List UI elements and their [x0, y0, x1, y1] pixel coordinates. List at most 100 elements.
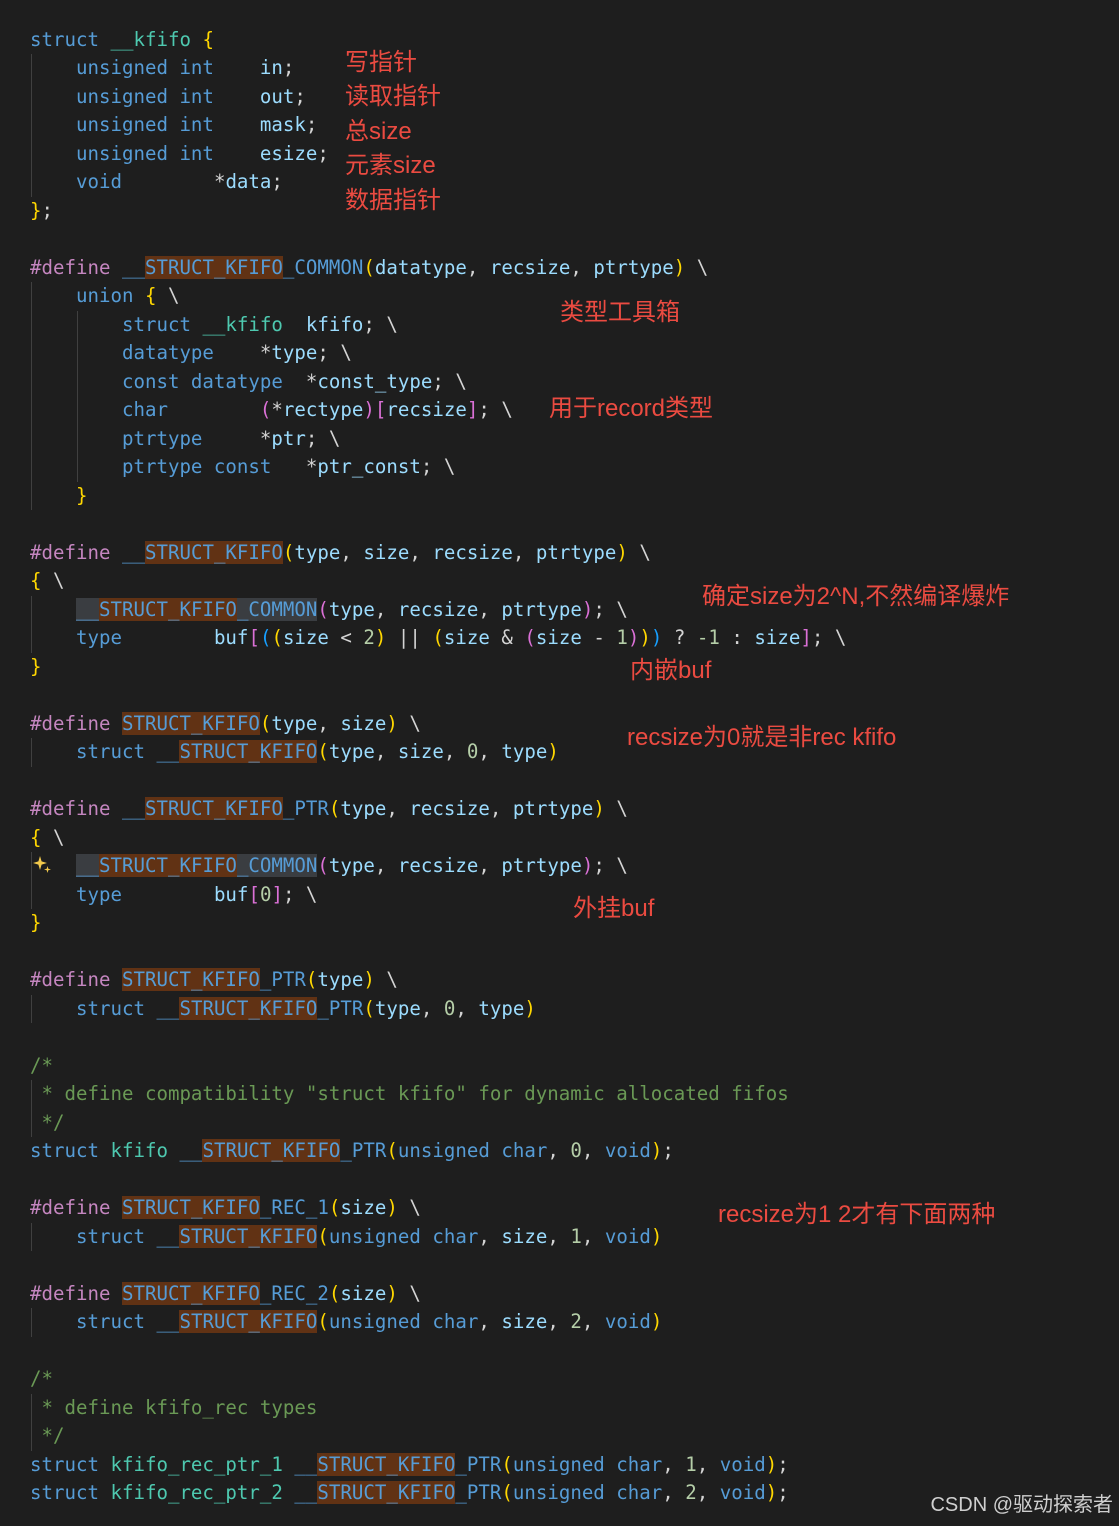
code-line[interactable]: const datatype *const_type; \: [30, 368, 846, 397]
code-area[interactable]: struct __kfifo { unsigned int in; unsign…: [30, 26, 846, 1508]
punctuation-token: -: [581, 626, 617, 650]
number-token: 1: [685, 1452, 697, 1476]
keyword-token: struct: [30, 312, 203, 336]
code-line[interactable]: struct kfifo_rec_ptr_2 __STRUCT_KFIFO_PT…: [30, 1479, 846, 1508]
comment-token: */: [30, 1110, 65, 1134]
macro-name-token: __: [156, 1310, 180, 1334]
code-line[interactable]: [30, 1337, 846, 1366]
macro-name-token: _COMMON: [282, 255, 364, 279]
code-line[interactable]: [30, 510, 846, 539]
code-line[interactable]: datatype *type; \: [30, 339, 846, 368]
code-line[interactable]: */: [30, 1109, 846, 1138]
code-line[interactable]: */: [30, 1422, 846, 1451]
bracket-token: ): [639, 626, 651, 650]
identifier-token: size: [397, 740, 444, 764]
bracket-token: ): [386, 1281, 398, 1305]
code-line[interactable]: __STRUCT_KFIFO_COMMON(type, recsize, ptr…: [30, 852, 846, 881]
code-line[interactable]: * define compatibility "struct kfifo" fo…: [30, 1080, 846, 1109]
code-line[interactable]: union { \: [30, 282, 846, 311]
bracket-token: ): [627, 626, 640, 650]
punctuation-token: \: [604, 797, 628, 821]
bracket-token: ): [363, 968, 375, 992]
watermark: CSDN @驱动探索者: [930, 1494, 1113, 1516]
code-line[interactable]: struct kfifo __STRUCT_KFIFO_PTR(unsigned…: [30, 1137, 846, 1166]
code-line[interactable]: [30, 767, 846, 796]
code-line[interactable]: ptrtype const *ptr_const; \: [30, 453, 846, 482]
punctuation-token: ,: [581, 1139, 605, 1163]
macro-name-token: _COMMON: [236, 854, 318, 878]
code-line[interactable]: struct __STRUCT_KFIFO_PTR(type, 0, type): [30, 995, 846, 1024]
macro-name-token: STRUCT_KFIFO: [98, 597, 237, 621]
code-line[interactable]: char (*rectype)[recsize]; \: [30, 396, 846, 425]
code-line[interactable]: }: [30, 653, 846, 682]
code-line[interactable]: struct __STRUCT_KFIFO(unsigned char, siz…: [30, 1308, 846, 1337]
punctuation-token: ,: [662, 1452, 686, 1476]
punctuation-token: ,: [374, 597, 398, 621]
code-line[interactable]: [30, 938, 846, 967]
code-line[interactable]: [30, 1023, 846, 1052]
macro-name-token: STRUCT_KFIFO: [121, 968, 260, 992]
code-line[interactable]: unsigned int in;: [30, 54, 846, 83]
code-line[interactable]: #define __STRUCT_KFIFO(type, size, recsi…: [30, 539, 846, 568]
keyword-token: struct: [30, 27, 111, 51]
bracket-token: ): [581, 854, 594, 878]
code-line[interactable]: /*: [30, 1365, 846, 1394]
punctuation-token: ;: [662, 1139, 674, 1163]
punctuation-token: ,: [374, 740, 398, 764]
identifier-token: recsize: [386, 398, 467, 422]
bracket-token: (: [259, 398, 272, 422]
identifier-token: size: [363, 540, 410, 564]
punctuation-token: ;: [41, 198, 54, 222]
code-line[interactable]: type buf[((size < 2) || (size & (size - …: [30, 624, 846, 653]
code-editor[interactable]: struct __kfifo { unsigned int in; unsign…: [0, 0, 1119, 1526]
bracket-token: ): [593, 797, 605, 821]
code-line[interactable]: }: [30, 909, 846, 938]
macro-name-token: _PTR: [259, 968, 306, 992]
bracket-token: (: [317, 740, 329, 764]
code-line[interactable]: struct kfifo_rec_ptr_1 __STRUCT_KFIFO_PT…: [30, 1451, 846, 1480]
code-line[interactable]: [30, 1251, 846, 1280]
macro-name-token: __: [156, 996, 180, 1020]
bracket-token: ): [616, 540, 628, 564]
macro-name-token: __: [75, 597, 99, 621]
directive-token: #define: [30, 1281, 122, 1305]
sparkle-icon[interactable]: [32, 855, 52, 875]
punctuation-token: ;: [777, 1481, 789, 1505]
punctuation-token: ,: [581, 1224, 605, 1248]
comment-token: /*: [30, 1367, 53, 1391]
code-line[interactable]: unsigned int esize;: [30, 140, 846, 169]
bracket-token: (: [432, 626, 444, 650]
code-line[interactable]: type buf[0]; \: [30, 881, 846, 910]
punctuation-token: ; \: [593, 597, 628, 621]
code-line[interactable]: [30, 681, 846, 710]
macro-name-token: STRUCT_KFIFO: [98, 854, 237, 878]
macro-name-token: __: [156, 740, 180, 764]
code-line[interactable]: struct __kfifo kfifo; \: [30, 311, 846, 340]
bracket-token: ): [650, 1224, 663, 1248]
code-line[interactable]: #define __STRUCT_KFIFO_COMMON(datatype, …: [30, 254, 846, 283]
macro-name-token: __: [121, 540, 145, 564]
code-line[interactable]: #define STRUCT_KFIFO_PTR(type) \: [30, 966, 846, 995]
bracket-token: (: [317, 1310, 329, 1334]
identifier-token: data: [225, 170, 272, 194]
code-line[interactable]: /*: [30, 1052, 846, 1081]
code-line[interactable]: #define __STRUCT_KFIFO_PTR(type, recsize…: [30, 795, 846, 824]
keyword-token: char: [30, 398, 260, 422]
code-line[interactable]: [30, 1166, 846, 1195]
code-line[interactable]: [30, 225, 846, 254]
code-line[interactable]: ptrtype *ptr; \: [30, 425, 846, 454]
punctuation-token: *: [259, 341, 272, 365]
keyword-token: unsigned char: [512, 1481, 663, 1505]
code-line[interactable]: #define STRUCT_KFIFO_REC_2(size) \: [30, 1280, 846, 1309]
code-line[interactable]: unsigned int mask;: [30, 111, 846, 140]
code-line[interactable]: }: [30, 482, 846, 511]
code-line[interactable]: struct __kfifo {: [30, 26, 846, 55]
code-line[interactable]: * define kfifo_rec types: [30, 1394, 846, 1423]
bracket-token: (: [271, 626, 283, 650]
identifier-token: recsize: [397, 597, 479, 621]
code-line[interactable]: { \: [30, 824, 846, 853]
macro-name-token: STRUCT_KFIFO: [317, 1481, 456, 1505]
punctuation-token: ;: [294, 84, 306, 108]
keyword-token: struct: [30, 1481, 111, 1505]
macro-name-token: STRUCT_KFIFO: [144, 255, 283, 279]
